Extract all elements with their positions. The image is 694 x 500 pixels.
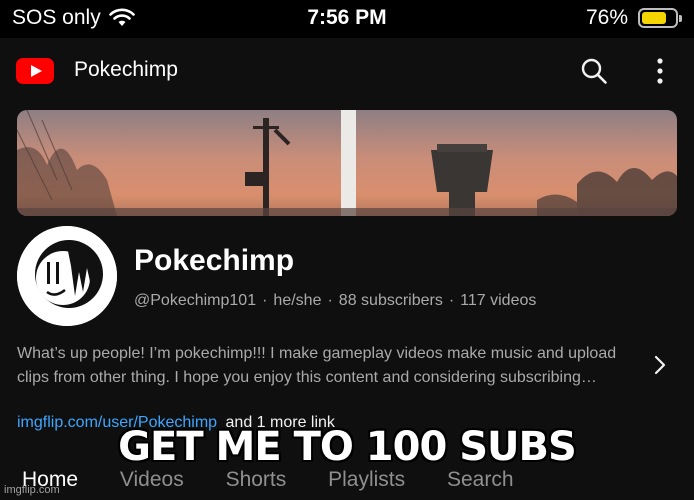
channel-avatar[interactable] — [17, 226, 117, 326]
battery-percent: 76% — [585, 6, 628, 29]
tab-videos[interactable]: Videos — [120, 468, 184, 492]
battery-fill — [642, 12, 666, 24]
youtube-logo-icon[interactable] — [16, 58, 54, 84]
status-right: 76% — [585, 6, 682, 30]
status-bar: SOS only 7:56 PM 76% — [0, 0, 694, 38]
tab-playlists[interactable]: Playlists — [328, 468, 405, 492]
battery-icon — [638, 8, 682, 28]
meme-caption: GET ME TO 100 SUBS — [118, 424, 577, 470]
app-header: Pokechimp — [0, 38, 694, 102]
imgflip-watermark: imgflip.com — [4, 484, 60, 496]
chevron-right-icon[interactable] — [652, 354, 668, 376]
channel-handle: @Pokechimp101 — [134, 292, 257, 309]
subscriber-count: 88 subscribers — [338, 292, 443, 309]
channel-pronouns: he/she — [273, 292, 322, 309]
battery-nub — [679, 15, 682, 22]
tab-shorts[interactable]: Shorts — [226, 468, 287, 492]
channel-name: Pokechimp — [134, 244, 295, 277]
video-count: 117 videos — [460, 292, 537, 309]
banner-image — [17, 110, 677, 216]
search-icon[interactable] — [580, 57, 608, 85]
channel-tabs: Home Videos Shorts Playlists Search — [22, 468, 550, 492]
more-vertical-icon[interactable] — [650, 57, 670, 85]
header-title: Pokechimp — [74, 58, 178, 81]
channel-meta: @Pokechimp101 · he/she · 88 subscribers · 117 … — [134, 292, 536, 310]
tab-search[interactable]: Search — [447, 468, 514, 492]
channel-banner — [17, 110, 677, 216]
meta-separator: · — [262, 292, 268, 309]
meta-separator: · — [448, 292, 455, 309]
channel-description[interactable]: What’s up people! I’m pokechimp!!! I mak… — [17, 342, 637, 390]
avatar-image — [17, 226, 117, 326]
meta-separator: · — [327, 292, 333, 309]
